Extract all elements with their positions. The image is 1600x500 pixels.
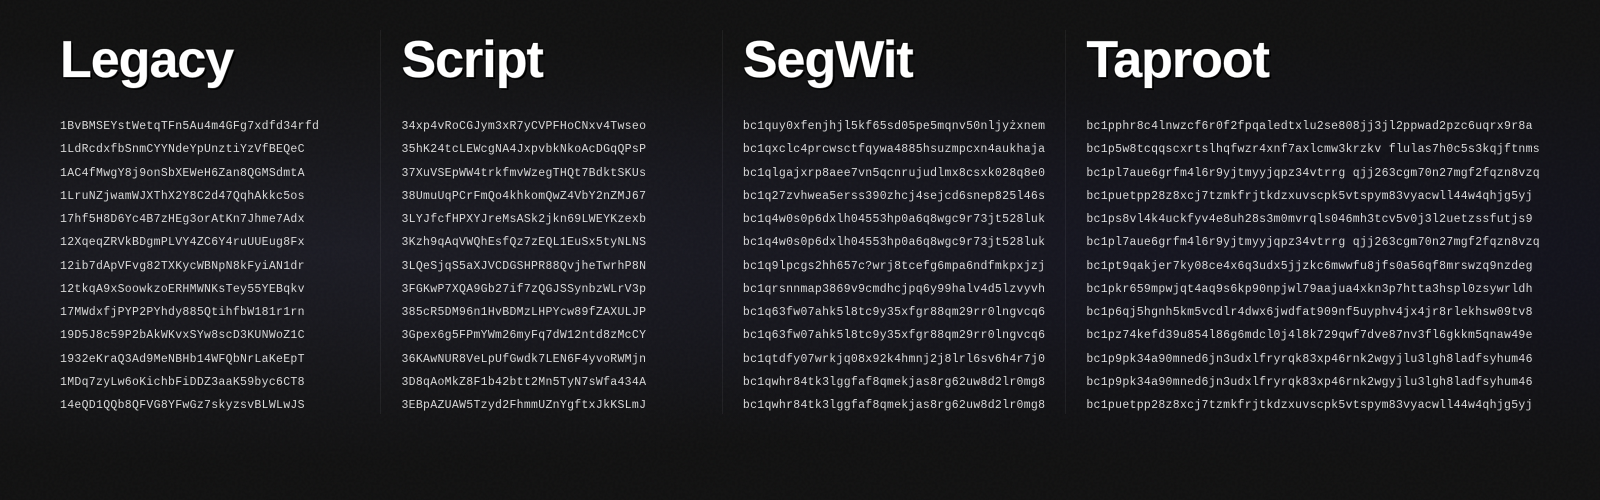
address-item[interactable]: 38UmuUqPCrFmQo4khkomQwZ4VbY2nZMJ67 (401, 188, 701, 205)
title-segwit: SegWit (743, 30, 1045, 90)
address-item[interactable]: bc1q63fw07ahk5l8tc9y35xfgr88qm29rr0lngvc… (743, 327, 1045, 344)
address-item[interactable]: 17hf5H8D6Yc4B7zHEg3orAtKn7Jhme7Adx (60, 211, 360, 228)
address-item[interactable]: bc1pphr8c4lnwzcf6r0f2fpqaledtxlu2se808jj… (1086, 118, 1540, 135)
address-item[interactable]: 1LdRcdxfbSnmCYYNdeYpUnztiYzVfBEQeC (60, 141, 360, 158)
address-item[interactable]: 3FGKwP7XQA9Gb27if7zQGJSSynbzWLrV3p (401, 281, 701, 298)
address-item[interactable]: bc1puetpp28z8xcj7tzmkfrjtkdzxuvscpk5vtsp… (1086, 397, 1540, 414)
address-list-taproot: bc1pphr8c4lnwzcf6r0f2fpqaledtxlu2se808jj… (1086, 118, 1540, 414)
address-item[interactable]: bc1qwhr84tk3lggfaf8qmekjas8rg62uw8d2lr0m… (743, 397, 1045, 414)
address-item[interactable]: bc1pl7aue6grfm4l6r9yjtmyyjqpz34vtrrg qjj… (1086, 234, 1540, 251)
title-legacy: Legacy (60, 30, 360, 90)
address-item[interactable]: bc1p9pk34a90mned6jn3udxlfryrqk83xp46rnk2… (1086, 374, 1540, 391)
column-legacy: Legacy 1BvBMSEYstWetqTFn5Au4m4GFg7xdfd34r… (40, 30, 381, 414)
column-taproot: Taproot bc1pphr8c4lnwzcf6r0f2fpqaledtxlu2… (1066, 30, 1560, 414)
address-item[interactable]: 1MDq7zyLw6oKichbFiDDZ3aaK59byc6CT8 (60, 374, 360, 391)
address-item[interactable]: bc1qwhr84tk3lggfaf8qmekjas8rg62uw8d2lr0m… (743, 374, 1045, 391)
address-item[interactable]: 36KAwNUR8VeLpUfGwdk7LEN6F4yvoRWMjn (401, 351, 701, 368)
address-item[interactable]: bc1pl7aue6grfm4l6r9yjtmyyjqpz34vtrrg qjj… (1086, 165, 1540, 182)
address-item[interactable]: 17MWdxfjPYP2PYhdy885QtihfbW181r1rn (60, 304, 360, 321)
address-item[interactable]: bc1q9lpcgs2hh657c?wrj8tcefg6mpa6ndfmkpxj… (743, 258, 1045, 275)
address-item[interactable]: bc1q63fw07ahk5l8tc9y35xfgr88qm29rr0lngvc… (743, 304, 1045, 321)
address-list-legacy: 1BvBMSEYstWetqTFn5Au4m4GFg7xdfd34rfd 1LdR… (60, 118, 360, 414)
address-item[interactable]: 3EBpAZUAW5Tzyd2FhmmUZnYgftxJkKSLmJ (401, 397, 701, 414)
title-script: Script (401, 30, 701, 90)
address-item[interactable]: 3Gpex6g5FPmYWm26myFq7dW12ntd8zMcCY (401, 327, 701, 344)
address-item[interactable]: 12ib7dApVFvg82TXKycWBNpN8kFyiAN1dr (60, 258, 360, 275)
address-item[interactable]: bc1qxclc4prcwsctfqywa4885hsuzmpcxn4aukha… (743, 141, 1045, 158)
address-item[interactable]: 3LQeSjqS5aXJVCDGSHPR88QvjheTwrhP8N (401, 258, 701, 275)
address-item[interactable]: bc1pt9qakjer7ky08ce4x6q3udx5jjzkc6mwwfu8… (1086, 258, 1540, 275)
address-item[interactable]: 35hK24tcLEWcgNA4JxpvbkNkoAcDGqQPsP (401, 141, 701, 158)
address-list-script: 34xp4vRoCGJym3xR7yCVPFHoCNxv4Twseo 35hK24… (401, 118, 701, 414)
address-list-segwit: bc1quy0xfenjhjl5kf65sd05pe5mqnv50nljyżxn… (743, 118, 1045, 414)
page-container: Legacy 1BvBMSEYstWetqTFn5Au4m4GFg7xdfd34r… (0, 0, 1600, 434)
title-taproot: Taproot (1086, 30, 1540, 90)
address-item[interactable]: bc1p9pk34a90mned6jn3udxlfryrqk83xp46rnk2… (1086, 351, 1540, 368)
address-item[interactable]: bc1quy0xfenjhjl5kf65sd05pe5mqnv50nljyżxn… (743, 118, 1045, 135)
address-item[interactable]: bc1qtdfy07wrkjq08x92k4hmnj2j8lrl6sv6h4r7… (743, 351, 1045, 368)
address-item[interactable]: 1LruNZjwamWJXThX2Y8C2d47QqhAkkc5os (60, 188, 360, 205)
address-item[interactable]: bc1ps8vl4k4uckfyv4e8uh28s3m0mvrqls046mh3… (1086, 211, 1540, 228)
address-item[interactable]: bc1q4w0s0p6dxlh04553hp0a6q8wgc9r73jt528l… (743, 234, 1045, 251)
address-item[interactable]: 3LYJfcfHPXYJreMsASk2jkn69LWEYKzexb (401, 211, 701, 228)
column-script: Script 34xp4vRoCGJym3xR7yCVPFHoCNxv4Twseo… (381, 30, 722, 414)
address-item[interactable]: 385cR5DM96n1HvBDMzLHPYcw89fZAXULJP (401, 304, 701, 321)
address-item[interactable]: 37XuVSEpWW4trkfmvWzegTHQt7BdktSKUs (401, 165, 701, 182)
address-item[interactable]: 12XqeqZRVkBDgmPLVY4ZC6Y4ruUUEug8Fx (60, 234, 360, 251)
address-item[interactable]: bc1p6qj5hgnh5km5vcdlr4dwx6jwdfat909nf5uy… (1086, 304, 1540, 321)
address-item[interactable]: bc1q4w0s0p6dxlh04553hp0a6q8wgc9r73jt528l… (743, 211, 1045, 228)
address-item[interactable]: 12tkqA9xSoowkzoERHMWNKsTey55YEBqkv (60, 281, 360, 298)
address-item[interactable]: 1932eKraQ3Ad9MeNBHb14WFQbNrLaKeEpT (60, 351, 360, 368)
address-item[interactable]: bc1pkr659mpwjqt4aq9s6kp90npjwl79aajua4xk… (1086, 281, 1540, 298)
address-item[interactable]: bc1qrsnnmap3869v9cmdhcjpq6y99halv4d5lzvy… (743, 281, 1045, 298)
address-item[interactable]: 3D8qAoMkZ8F1b42btt2Mn5TyN7sWfa434A (401, 374, 701, 391)
address-item[interactable]: bc1q27zvhwea5erss390zhcj4sejcd6snep825l4… (743, 188, 1045, 205)
address-item[interactable]: bc1puetpp28z8xcj7tzmkfrjtkdzxuvscpk5vtsp… (1086, 188, 1540, 205)
column-segwit: SegWit bc1quy0xfenjhjl5kf65sd05pe5mqnv50n… (723, 30, 1066, 414)
address-item[interactable]: 14eQD1QQb8QFVG8YFwGz7skyzsvBLWLwJS (60, 397, 360, 414)
address-item[interactable]: 1AC4fMwgY8j9onSbXEWeH6Zan8QGMSdmtA (60, 165, 360, 182)
address-item[interactable]: bc1p5w8tcqqscxrtslhqfwzr4xnf7axlcmw3krzk… (1086, 141, 1540, 158)
address-item[interactable]: bc1qlgajxrp8aee7vn5qcnrujudlmx8csxk028q8… (743, 165, 1045, 182)
address-item[interactable]: 3Kzh9qAqVWQhEsfQz7zEQL1EuSx5tyNLNS (401, 234, 701, 251)
address-item[interactable]: 34xp4vRoCGJym3xR7yCVPFHoCNxv4Twseo (401, 118, 701, 135)
address-item[interactable]: bc1pz74kefd39u854l86g6mdcl0j4l8k729qwf7d… (1086, 327, 1540, 344)
address-item[interactable]: 19D5J8c59P2bAkWKvxSYw8scD3KUNWoZ1C (60, 327, 360, 344)
address-item[interactable]: 1BvBMSEYstWetqTFn5Au4m4GFg7xdfd34rfd (60, 118, 360, 135)
